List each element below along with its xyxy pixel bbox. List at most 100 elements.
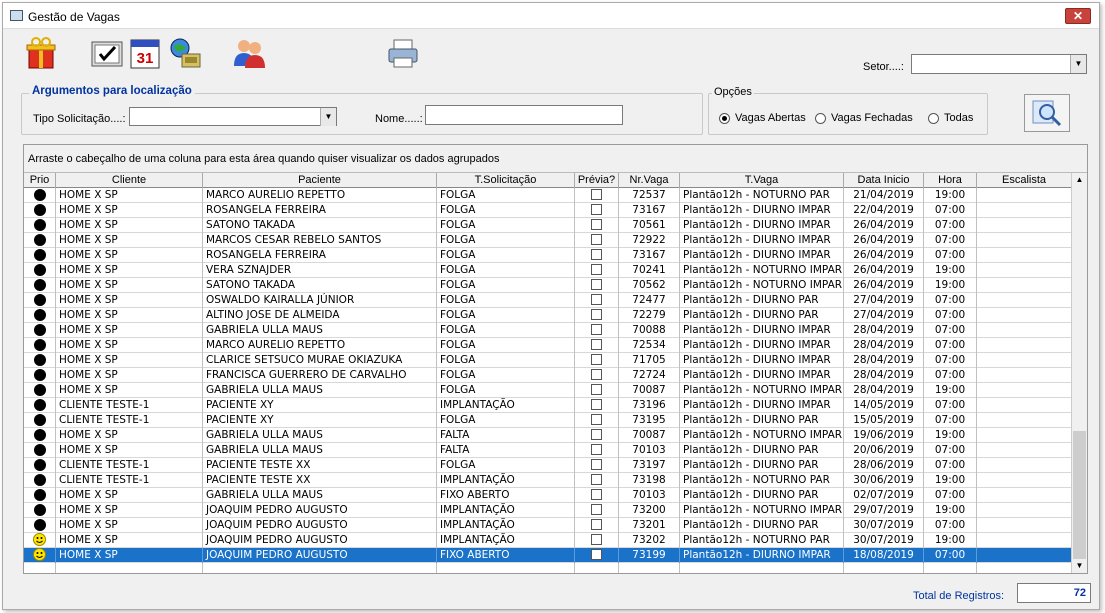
- col-prio[interactable]: Prio: [24, 173, 56, 188]
- tipo-solicitacao-select[interactable]: ▼: [129, 107, 337, 126]
- table-row[interactable]: CLIENTE TESTE-1 PACIENTE XY IMPLANTAÇÃO 731…: [24, 398, 1072, 413]
- table-row[interactable]: CLIENTE TESTE-1 PACIENTE TESTE XX FOLGA 731…: [24, 458, 1072, 473]
- col-escalista[interactable]: Escalista: [977, 173, 1072, 188]
- radio-vagas-fechadas[interactable]: Vagas Fechadas: [815, 112, 913, 124]
- setor-select[interactable]: ▼: [911, 54, 1087, 74]
- previa-checkbox-cell[interactable]: [575, 293, 619, 308]
- previa-checkbox[interactable]: [591, 444, 602, 455]
- previa-checkbox[interactable]: [591, 459, 602, 470]
- previa-checkbox[interactable]: [591, 534, 602, 545]
- previa-checkbox-cell[interactable]: [575, 338, 619, 353]
- previa-checkbox-cell[interactable]: [575, 548, 619, 563]
- previa-checkbox[interactable]: [591, 264, 602, 275]
- previa-checkbox[interactable]: [591, 504, 602, 515]
- table-row[interactable]: HOME X SP CLARICE SETSUCO MURAE OKIAZUKA F…: [24, 353, 1072, 368]
- col-hora[interactable]: Hora: [924, 173, 977, 188]
- previa-checkbox-cell[interactable]: [575, 323, 619, 338]
- group-by-area[interactable]: Arraste o cabeçalho de uma coluna para e…: [24, 145, 1087, 173]
- col-tvaga[interactable]: T.Vaga: [680, 173, 844, 188]
- table-row[interactable]: HOME X SP MARCO AURELIO REPETTO FOLGA 72537…: [24, 188, 1072, 203]
- table-row[interactable]: HOME X SP GABRIELA ULLA MAUS FOLGA 70088 Pla…: [24, 323, 1072, 338]
- previa-checkbox-cell[interactable]: [575, 443, 619, 458]
- search-button[interactable]: [1024, 94, 1070, 132]
- previa-checkbox-cell[interactable]: [575, 278, 619, 293]
- previa-checkbox-cell[interactable]: [575, 308, 619, 323]
- previa-checkbox-cell[interactable]: [575, 413, 619, 428]
- chevron-down-icon[interactable]: ▼: [320, 108, 336, 126]
- previa-checkbox-cell[interactable]: [575, 368, 619, 383]
- table-row[interactable]: HOME X SP ALTINO JOSE DE ALMEIDA FOLGA 7227…: [24, 308, 1072, 323]
- previa-checkbox-cell[interactable]: [575, 218, 619, 233]
- previa-checkbox-cell[interactable]: [575, 488, 619, 503]
- table-row[interactable]: HOME X SP JOAQUIM PEDRO AUGUSTO IMPLANTAÇÃ…: [24, 533, 1072, 548]
- table-row[interactable]: HOME X SP JOAQUIM PEDRO AUGUSTO IMPLANTAÇÃ…: [24, 518, 1072, 533]
- previa-checkbox-cell[interactable]: [575, 398, 619, 413]
- radio-vagas-abertas[interactable]: Vagas Abertas: [719, 112, 806, 124]
- previa-checkbox[interactable]: [591, 549, 602, 560]
- table-row[interactable]: HOME X SP GABRIELA ULLA MAUS FALTA 70087 Pla…: [24, 428, 1072, 443]
- previa-checkbox[interactable]: [591, 369, 602, 380]
- table-row[interactable]: HOME X SP OSWALDO KAIRALLA JÚNIOR FOLGA 724…: [24, 293, 1072, 308]
- previa-checkbox-cell[interactable]: [575, 188, 619, 203]
- previa-checkbox[interactable]: [591, 384, 602, 395]
- scroll-thumb[interactable]: [1073, 431, 1086, 559]
- previa-checkbox[interactable]: [591, 324, 602, 335]
- table-row[interactable]: HOME X SP JOAQUIM PEDRO AUGUSTO FIXO ABERT…: [24, 548, 1072, 563]
- previa-checkbox[interactable]: [591, 204, 602, 215]
- previa-checkbox-cell[interactable]: [575, 233, 619, 248]
- previa-checkbox-cell[interactable]: [575, 428, 619, 443]
- gift-button[interactable]: [23, 35, 59, 71]
- previa-checkbox[interactable]: [591, 474, 602, 485]
- previa-checkbox-cell[interactable]: [575, 203, 619, 218]
- previa-checkbox[interactable]: [591, 399, 602, 410]
- previa-checkbox-cell[interactable]: [575, 473, 619, 488]
- previa-checkbox[interactable]: [591, 249, 602, 260]
- previa-checkbox-cell[interactable]: [575, 383, 619, 398]
- table-row[interactable]: HOME X SP GABRIELA ULLA MAUS FIXO ABERTO 70…: [24, 488, 1072, 503]
- table-row[interactable]: CLIENTE TESTE-1 PACIENTE TESTE XX IMPLANTA…: [24, 473, 1072, 488]
- close-button[interactable]: ✕: [1065, 8, 1091, 24]
- col-tsolicitacao[interactable]: T.Solicitação: [437, 173, 575, 188]
- table-row[interactable]: HOME X SP ROSANGELA FERREIRA FOLGA 73167 Pla…: [24, 203, 1072, 218]
- col-previa[interactable]: Prévia?: [575, 173, 619, 188]
- previa-checkbox-cell[interactable]: [575, 263, 619, 278]
- chevron-down-icon[interactable]: ▼: [1070, 55, 1086, 73]
- previa-checkbox[interactable]: [591, 414, 602, 425]
- previa-checkbox-cell[interactable]: [575, 248, 619, 263]
- previa-checkbox-cell[interactable]: [575, 503, 619, 518]
- previa-checkbox[interactable]: [591, 339, 602, 350]
- table-row[interactable]: HOME X SP GABRIELA ULLA MAUS FALTA 70103 Pla…: [24, 443, 1072, 458]
- vertical-scrollbar[interactable]: ▲ ▼: [1071, 173, 1087, 573]
- col-paciente[interactable]: Paciente: [203, 173, 437, 188]
- previa-checkbox-cell[interactable]: [575, 518, 619, 533]
- table-row[interactable]: HOME X SP GABRIELA ULLA MAUS FOLGA 70087 Pla…: [24, 383, 1072, 398]
- table-row[interactable]: HOME X SP MARCOS CESAR REBELO SANTOS FOLGA…: [24, 233, 1072, 248]
- previa-checkbox[interactable]: [591, 309, 602, 320]
- table-row[interactable]: HOME X SP ROSANGELA FERREIRA FOLGA 73167 Pla…: [24, 248, 1072, 263]
- globe-phone-button[interactable]: [167, 35, 203, 71]
- previa-checkbox[interactable]: [591, 234, 602, 245]
- radio-dot[interactable]: [815, 112, 826, 124]
- calendar-button[interactable]: 31: [127, 35, 163, 71]
- previa-checkbox[interactable]: [591, 219, 602, 230]
- previa-checkbox-cell[interactable]: [575, 563, 619, 573]
- previa-checkbox[interactable]: [591, 429, 602, 440]
- table-row[interactable]: HOME X SP VERA SZNAJDER FOLGA 70241 Plantão1…: [24, 263, 1072, 278]
- previa-checkbox-cell[interactable]: [575, 353, 619, 368]
- checklist-button[interactable]: [89, 35, 125, 71]
- radio-todas[interactable]: Todas: [928, 112, 973, 124]
- scroll-up-icon[interactable]: ▲: [1072, 173, 1087, 187]
- users-button[interactable]: [231, 35, 267, 71]
- table-row[interactable]: HOME X SP SATONO TAKADA FOLGA 70562 Plantão1…: [24, 278, 1072, 293]
- table-row[interactable]: HOME X SP JOAQUIM PEDRO AUGUSTO IMPLANTAÇÃ…: [24, 503, 1072, 518]
- col-datainicio[interactable]: Data Inicio: [844, 173, 924, 188]
- table-row[interactable]: CLIENTE TESTE-1 PACIENTE XY FOLGA 73195 Plan…: [24, 413, 1072, 428]
- table-row[interactable]: HOME X SP FRANCISCA GUERRERO DE CARVALHO F…: [24, 368, 1072, 383]
- scroll-down-icon[interactable]: ▼: [1072, 559, 1087, 573]
- printer-button[interactable]: [385, 35, 421, 71]
- previa-checkbox[interactable]: [591, 354, 602, 365]
- previa-checkbox[interactable]: [591, 294, 602, 305]
- col-cliente[interactable]: Cliente: [56, 173, 203, 188]
- previa-checkbox-cell[interactable]: [575, 458, 619, 473]
- table-row[interactable]: HOME X SP MARCO AURELIO REPETTO FOLGA 72534…: [24, 338, 1072, 353]
